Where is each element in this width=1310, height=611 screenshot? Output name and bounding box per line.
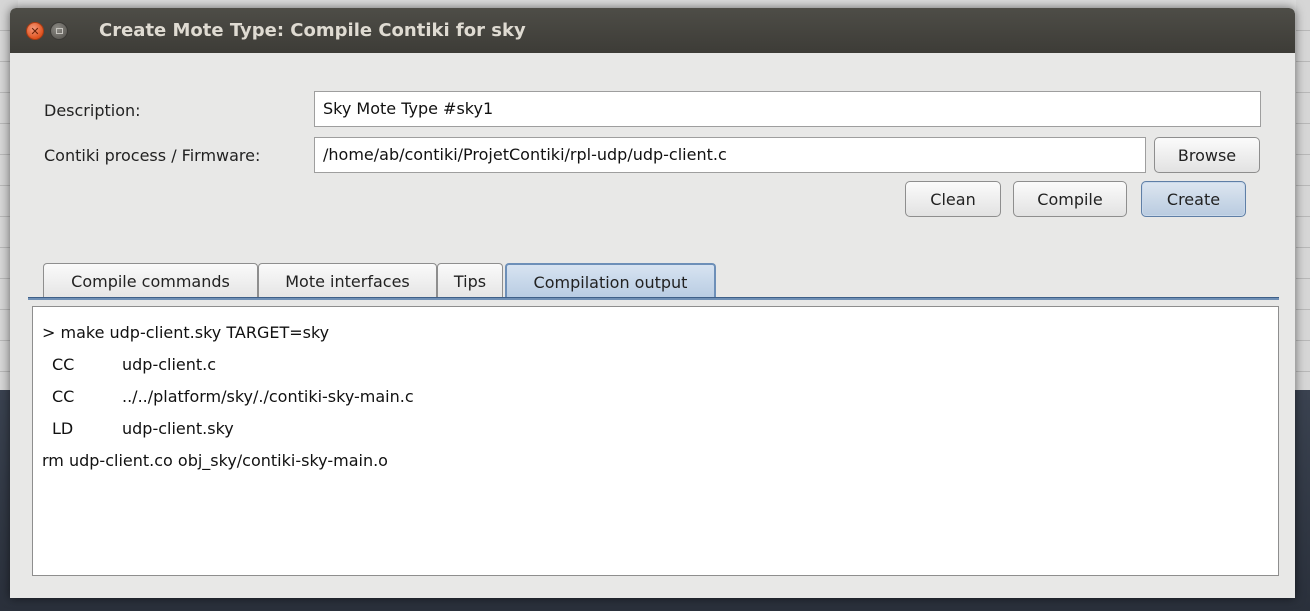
title-bar[interactable]: ✕ Create Mote Type: Compile Contiki for … <box>10 8 1295 53</box>
output-line: CC udp-client.c <box>52 355 217 374</box>
maximize-icon[interactable] <box>50 22 68 40</box>
tab-divider <box>28 297 1279 300</box>
output-command-line: > make udp-client.sky TARGET=sky <box>42 323 330 342</box>
clean-button[interactable]: Clean <box>905 181 1001 217</box>
tab-tips[interactable]: Tips <box>437 263 503 299</box>
close-icon[interactable]: ✕ <box>26 22 44 40</box>
browse-button[interactable]: Browse <box>1154 137 1260 173</box>
description-label: Description: <box>44 101 141 120</box>
tab-mote-interfaces[interactable]: Mote interfaces <box>258 263 437 299</box>
tab-compile-commands[interactable]: Compile commands <box>43 263 258 299</box>
tab-compilation-output[interactable]: Compilation output <box>505 263 716 299</box>
compilation-output-area[interactable]: > make udp-client.sky TARGET=sky CC udp-c… <box>32 306 1279 576</box>
firmware-path-field[interactable]: /home/ab/contiki/ProjetContiki/rpl-udp/u… <box>314 137 1146 173</box>
firmware-label: Contiki process / Firmware: <box>44 146 261 165</box>
output-line: LD udp-client.sky <box>52 419 234 438</box>
window-title: Create Mote Type: Compile Contiki for sk… <box>99 20 526 41</box>
create-button[interactable]: Create <box>1141 181 1246 217</box>
output-line: CC ../../platform/sky/./contiki-sky-main.… <box>52 387 414 406</box>
create-mote-type-dialog: ✕ Create Mote Type: Compile Contiki for … <box>10 8 1295 598</box>
background-app-right-edge <box>1296 0 1310 390</box>
compile-button[interactable]: Compile <box>1013 181 1127 217</box>
output-final-line: rm udp-client.co obj_sky/contiki-sky-mai… <box>42 451 388 470</box>
description-field[interactable]: Sky Mote Type #sky1 <box>314 91 1261 127</box>
